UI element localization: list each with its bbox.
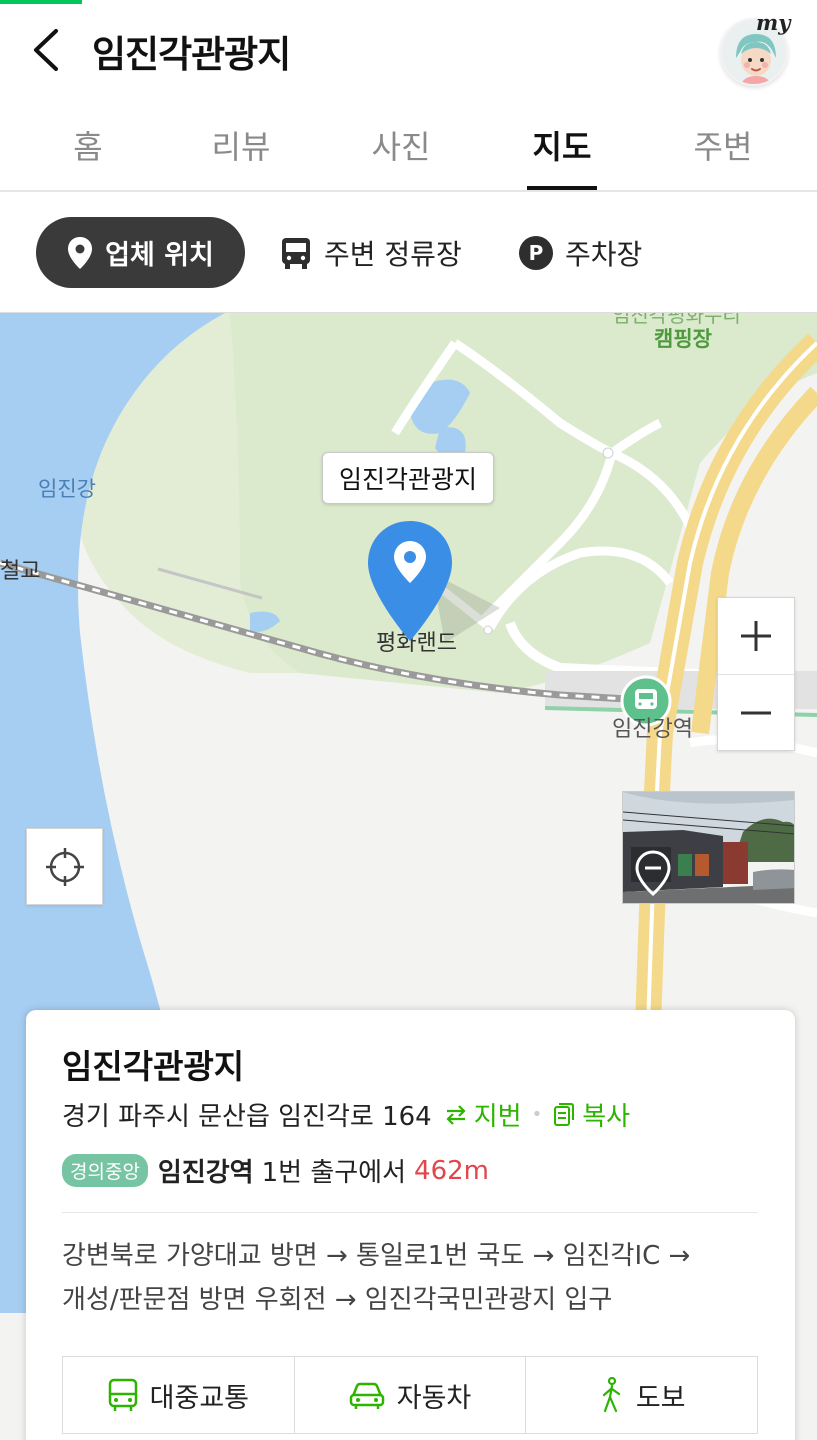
zoom-in-button[interactable] [718, 598, 794, 674]
parking-icon: P [519, 235, 553, 270]
nearby-stops-label: 주변 정류장 [324, 237, 462, 271]
parking-chip[interactable]: P 주차장 [519, 217, 642, 288]
parking-label: 주차장 [565, 237, 643, 271]
driving-directions: 강변북로 가양대교 방면 → 통일로1번 국도 → 임진각IC → 개성/판문점… [62, 1234, 762, 1322]
public-transit-label: 대중교통 [149, 1382, 250, 1414]
walk-icon [602, 1377, 620, 1413]
my-label: my [756, 10, 791, 35]
business-location-chip[interactable]: 업체 위치 [36, 217, 245, 288]
map-marker-icon[interactable] [366, 519, 454, 643]
walk-route-label: 도보 [635, 1382, 686, 1414]
back-button[interactable] [30, 24, 70, 76]
tab-home[interactable]: 홈 [58, 122, 118, 168]
minus-icon [741, 711, 771, 715]
copy-label: 복사 [582, 1102, 631, 1132]
station-label: 임진강역 [612, 717, 693, 742]
chevron-left-icon [34, 29, 58, 71]
bus-icon [108, 1378, 137, 1411]
address-text: 경기 파주시 문산읍 임진각로 164 [62, 1102, 432, 1132]
copy-address-button[interactable]: 복사 [552, 1096, 630, 1133]
place-name: 임진각관광지 [62, 1047, 245, 1086]
route-options: 대중교통 자동차 도보 [62, 1356, 758, 1434]
swap-arrows-icon [446, 1104, 466, 1125]
street-view-thumbnail[interactable] [622, 791, 795, 904]
subway-line-badge: 경의중앙 [62, 1154, 148, 1187]
business-location-label: 업체 위치 [105, 240, 214, 271]
tab-map[interactable]: 지도 [527, 122, 597, 168]
lot-number-label: 지번 [473, 1102, 522, 1132]
location-pin-icon [68, 236, 93, 269]
car-route-button[interactable]: 자동차 [295, 1357, 527, 1433]
distance-text: 462m [414, 1155, 489, 1186]
copy-icon [554, 1102, 575, 1126]
zoom-out-button[interactable] [718, 675, 794, 751]
separator-dot: • [531, 1104, 543, 1125]
place-callout[interactable]: 임진각관광지 [322, 452, 495, 504]
crosshair-icon [45, 847, 84, 886]
car-icon [349, 1382, 384, 1409]
card-divider [62, 1212, 758, 1213]
public-transit-button[interactable]: 대중교통 [63, 1357, 295, 1433]
map-filter-bar: 업체 위치 주변 정류장 P 주차장 [0, 192, 817, 312]
bus-icon [282, 237, 310, 269]
active-tab-indicator [527, 186, 597, 190]
street-view-pin-icon [635, 850, 671, 896]
river-label: 임진강 [38, 477, 96, 501]
exit-text: 1번 출구에서 [261, 1158, 407, 1188]
header: 임진각관광지 my [0, 0, 817, 100]
page-title: 임진각관광지 [92, 33, 291, 76]
station-name: 임진강역 [157, 1158, 254, 1188]
tab-bar: 홈 리뷰 사진 지도 주변 [0, 104, 817, 192]
plus-icon [741, 621, 771, 651]
car-route-label: 자동차 [396, 1382, 472, 1414]
tab-nearby[interactable]: 주변 [688, 122, 758, 168]
bridge-label: 철교 [0, 559, 41, 584]
place-info-card: 임진각관광지 경기 파주시 문산읍 임진각로 164 지번 • 복사 경의중앙 … [26, 1010, 795, 1440]
tab-review[interactable]: 리뷰 [206, 122, 276, 168]
tab-photo[interactable]: 사진 [366, 122, 436, 168]
lot-number-toggle[interactable]: 지번 [444, 1096, 522, 1133]
walk-route-button[interactable]: 도보 [526, 1357, 757, 1433]
nearby-stops-chip[interactable]: 주변 정류장 [280, 217, 462, 288]
zoom-control [717, 597, 795, 751]
camping-partial-label: 임진각평화누리 [612, 312, 741, 327]
nearest-station-row: 경의중앙 임진강역 1번 출구에서 462m [62, 1152, 489, 1189]
address-row: 경기 파주시 문산읍 임진각로 164 지번 • 복사 [62, 1096, 630, 1133]
directions-line-2: 개성/판문점 방면 우회전 → 임진각국민관광지 입구 [62, 1285, 613, 1315]
current-location-button[interactable] [26, 828, 103, 905]
directions-line-1: 강변북로 가양대교 방면 → 통일로1번 국도 → 임진각IC → [62, 1241, 691, 1271]
